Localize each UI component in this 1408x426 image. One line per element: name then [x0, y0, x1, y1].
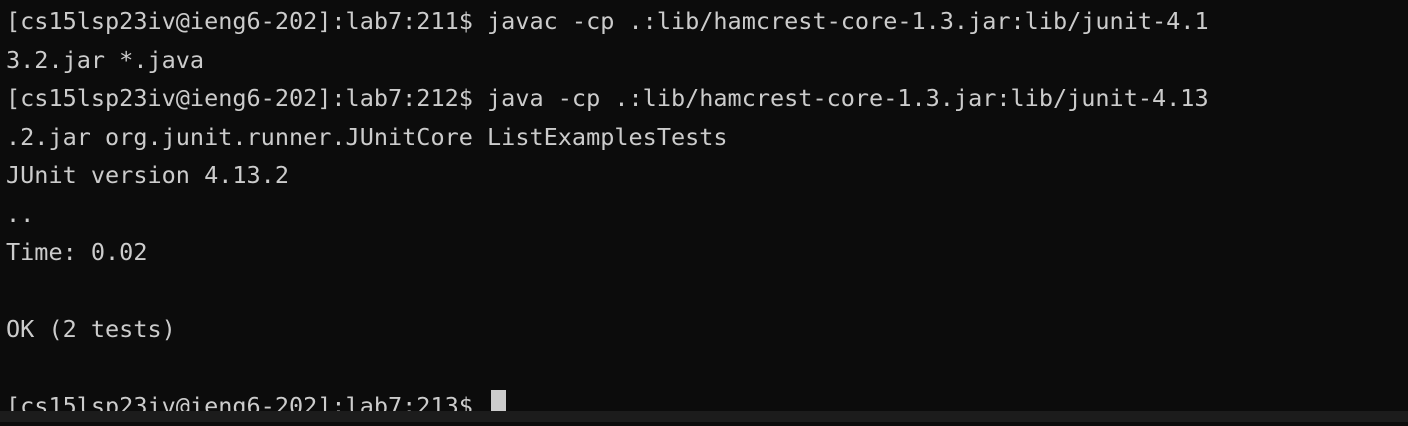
terminal-line: 3.2.jar *.java: [6, 45, 205, 74]
terminal-line: [cs15lsp23iv@ieng6-202]:lab7:211$ javac …: [6, 7, 1209, 35]
terminal-line: ..: [6, 199, 35, 228]
terminal-line: OK (2 tests): [6, 315, 176, 343]
terminal-window[interactable]: [cs15lsp23iv@ieng6-202]:lab7:211$ javac …: [0, 0, 1408, 421]
terminal-line: [cs15lsp23iv@ieng6-202]:lab7:212$ java -…: [6, 84, 1209, 112]
terminal-line: Time: 0.02: [6, 238, 148, 266]
terminal-line: .2.jar org.junit.runner.JUnitCore ListEx…: [6, 122, 728, 151]
window-bottom-border: [0, 411, 1408, 422]
terminal-line: JUnit version 4.13.2: [6, 161, 289, 189]
